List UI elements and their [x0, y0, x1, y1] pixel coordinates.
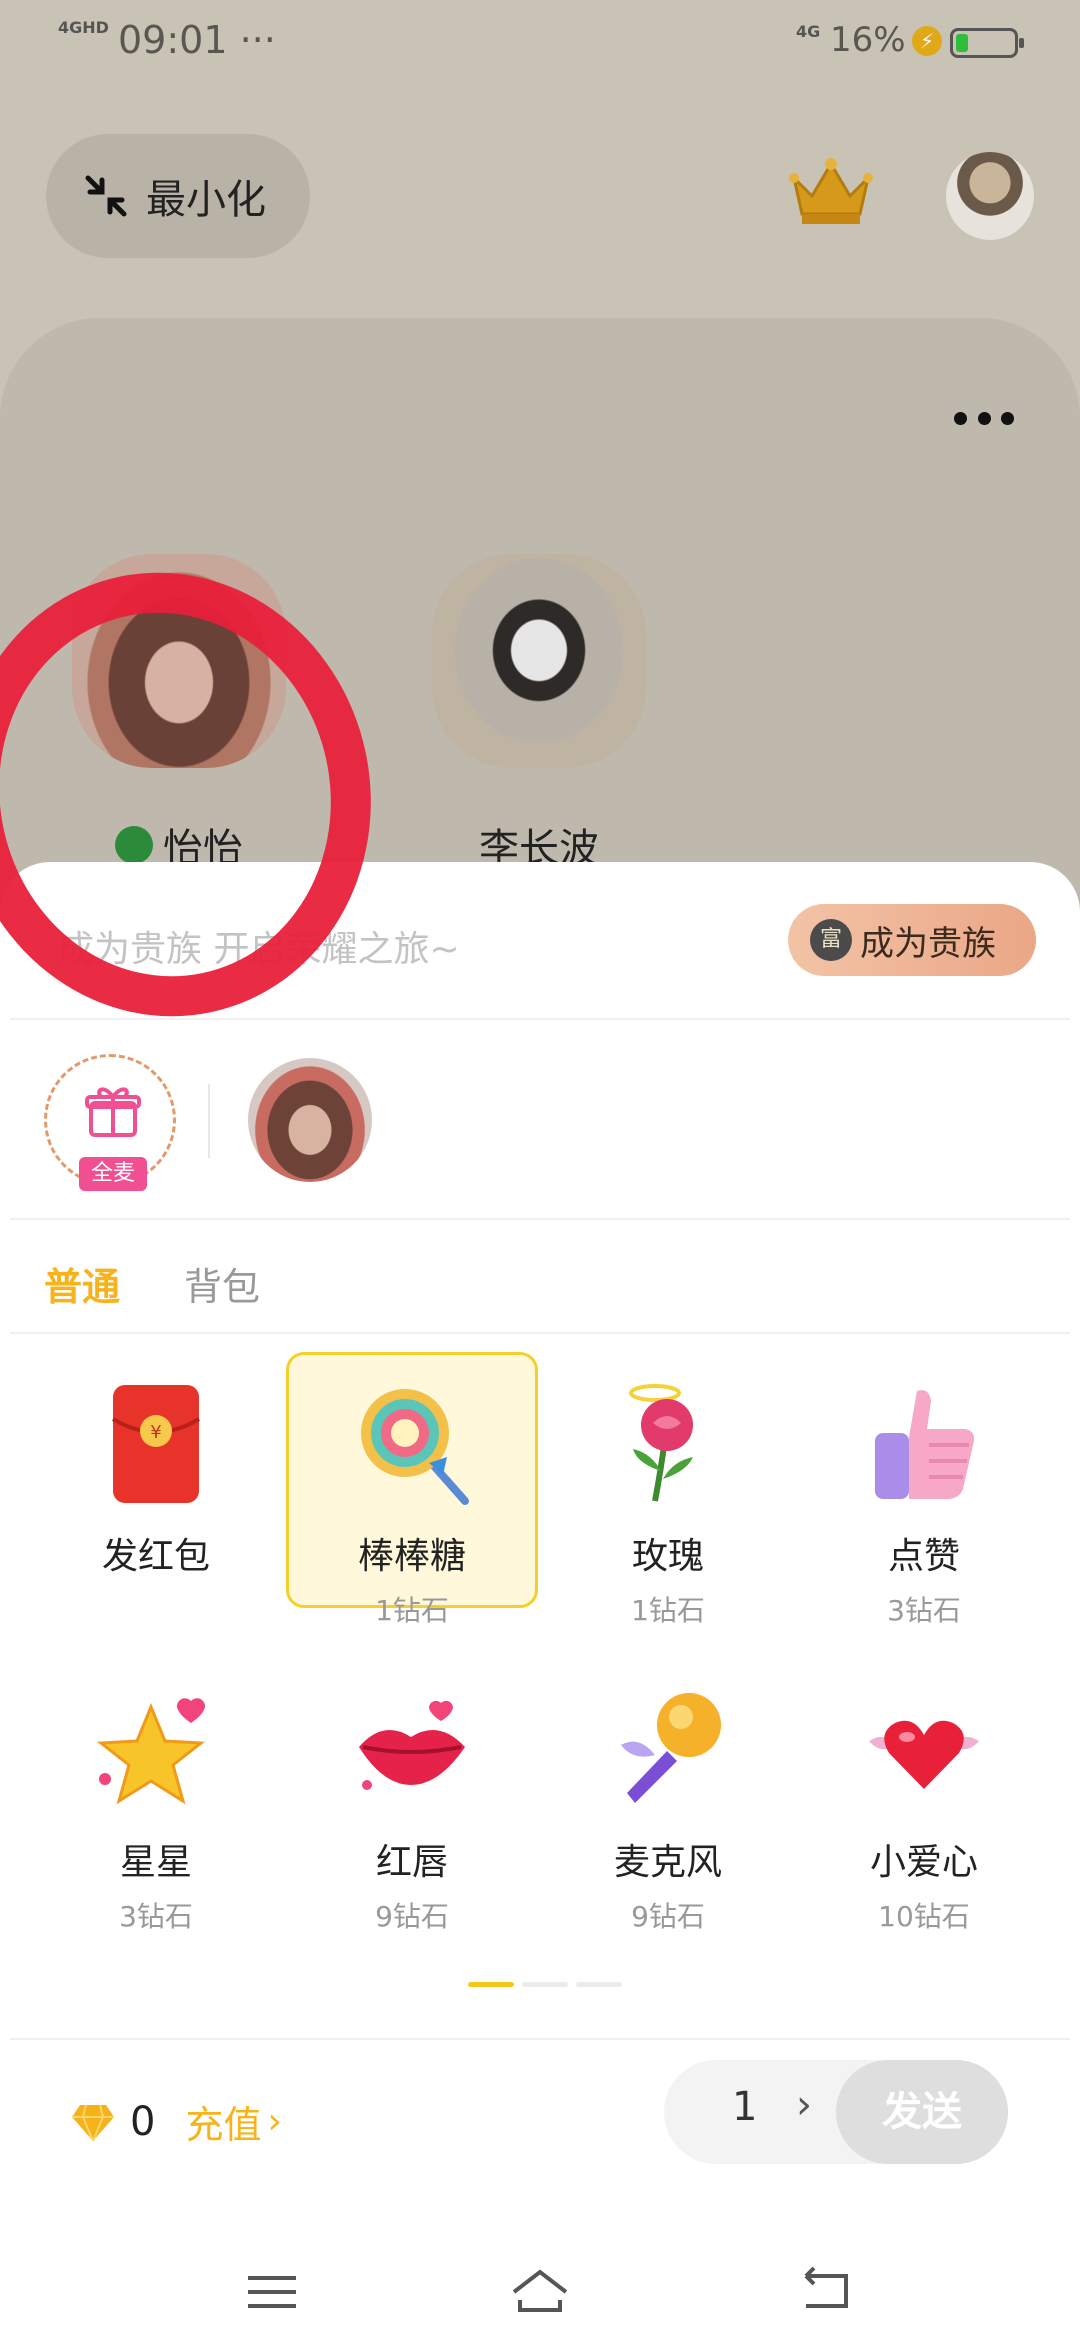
gift-price: 10钻石	[878, 1900, 970, 1933]
status-bar: 4GHD 09:01 ··· 4G 16% ⚡	[0, 0, 1080, 90]
lips-icon	[359, 1700, 465, 1790]
diamond-icon	[72, 2104, 114, 2141]
page-dot	[522, 1982, 568, 1987]
gift-item[interactable]: 麦克风 9钻石	[542, 1658, 794, 1933]
more-icon[interactable]	[954, 408, 1014, 428]
recipient-avatar[interactable]	[248, 1058, 372, 1182]
divider	[208, 1084, 210, 1158]
minimize-label: 最小化	[146, 177, 266, 223]
tab-backpack[interactable]: 背包	[184, 1256, 260, 1323]
menu-icon[interactable]	[242, 2262, 302, 2322]
quantity-chevron-icon[interactable]: ›	[796, 2082, 812, 2128]
gift-item[interactable]: 点赞 3钻石	[798, 1352, 1050, 1627]
become-noble-label: 成为贵族	[860, 923, 996, 964]
system-nav-bar	[0, 2242, 1080, 2340]
minimize-button[interactable]: 最小化	[46, 134, 310, 258]
gift-price: 9钻石	[631, 1900, 705, 1933]
page-dot-active	[468, 1982, 514, 1987]
chevron-right-icon: ›	[267, 2101, 282, 2142]
lollipop-icon	[361, 1389, 469, 1505]
gift-name: 红唇	[375, 1842, 448, 1883]
gift-name: 麦克风	[613, 1842, 722, 1883]
gift-name: 发红包	[101, 1536, 210, 1577]
status-time: 09:01 ···	[118, 18, 276, 62]
mic-seat[interactable]: 李长波	[432, 554, 646, 874]
send-button[interactable]: 发送	[836, 2060, 1008, 2164]
heart-icon	[869, 1720, 979, 1789]
charging-icon: ⚡	[912, 26, 942, 56]
tab-normal[interactable]: 普通	[44, 1256, 120, 1323]
gift-tabs: 普通 背包	[44, 1256, 260, 1323]
recharge-link[interactable]: 充值	[185, 2094, 261, 2149]
gift-item[interactable]: 小爱心 10钻石	[798, 1658, 1050, 1933]
noble-icon: 富	[810, 919, 852, 961]
divider	[10, 2038, 1070, 2040]
red-envelope-icon: ¥	[111, 1385, 201, 1503]
gift-price: 9钻石	[375, 1900, 449, 1933]
rose-icon	[629, 1384, 693, 1502]
diamond-balance: 0 充值 ›	[72, 2094, 282, 2149]
send-group: 1 › 发送	[664, 2060, 1008, 2164]
become-noble-button[interactable]: 富 成为贵族	[788, 904, 1036, 976]
gift-name: 小爱心	[869, 1842, 978, 1883]
gift-icon	[85, 1087, 141, 1137]
user-avatar[interactable]	[946, 152, 1034, 240]
divider	[10, 1018, 1070, 1020]
all-mic-badge: 全麦	[79, 1157, 147, 1191]
battery-icon	[950, 28, 1024, 58]
gift-name: 点赞	[887, 1536, 960, 1577]
network-indicator-2: 4G	[796, 22, 821, 41]
gift-item[interactable]: ¥ 发红包	[30, 1352, 282, 1608]
crown-icon[interactable]	[788, 156, 874, 228]
gift-item[interactable]: 玫瑰 1钻石	[542, 1352, 794, 1627]
star-icon	[96, 1698, 206, 1805]
gift-item[interactable]: 棒棒糖 1钻石	[286, 1352, 538, 1627]
back-icon[interactable]	[796, 2262, 856, 2322]
gift-name: 玫瑰	[631, 1536, 704, 1577]
gift-name: 星星	[119, 1842, 192, 1883]
seat-avatar	[432, 554, 646, 768]
gift-quantity[interactable]: 1	[732, 2084, 757, 2130]
minimize-icon	[85, 175, 127, 217]
gift-sheet: 成为贵族 开启荣耀之旅~ 富 成为贵族 全麦 普通 背包 ¥ 发红包 棒棒糖 1…	[0, 534, 1080, 2340]
battery-percent: 16%	[830, 20, 906, 60]
gift-price: 1钻石	[375, 1594, 449, 1627]
thumbs-up-icon	[875, 1390, 974, 1499]
gift-grid: ¥ 发红包 棒棒糖 1钻石 玫瑰 1钻石 点赞 3钻石 星星 3钻石 红唇 9钻…	[30, 1352, 1050, 1933]
network-indicator: 4GHD	[58, 18, 109, 37]
page-dot	[576, 1982, 622, 1987]
home-icon[interactable]	[510, 2262, 570, 2322]
all-mic-recipient[interactable]: 全麦	[44, 1054, 176, 1191]
page-indicator	[468, 1982, 622, 1987]
gift-price: 3钻石	[119, 1900, 193, 1933]
svg-text:¥: ¥	[150, 1422, 161, 1443]
gift-price: 1钻石	[631, 1594, 705, 1627]
gift-price: 3钻石	[887, 1594, 961, 1627]
gift-name: 棒棒糖	[357, 1536, 466, 1577]
divider	[10, 1218, 1070, 1220]
diamond-count: 0	[130, 2098, 156, 2145]
gift-item[interactable]: 星星 3钻石	[30, 1658, 282, 1933]
microphone-icon	[621, 1693, 721, 1803]
divider	[10, 1332, 1070, 1334]
gift-item[interactable]: 红唇 9钻石	[286, 1658, 538, 1933]
